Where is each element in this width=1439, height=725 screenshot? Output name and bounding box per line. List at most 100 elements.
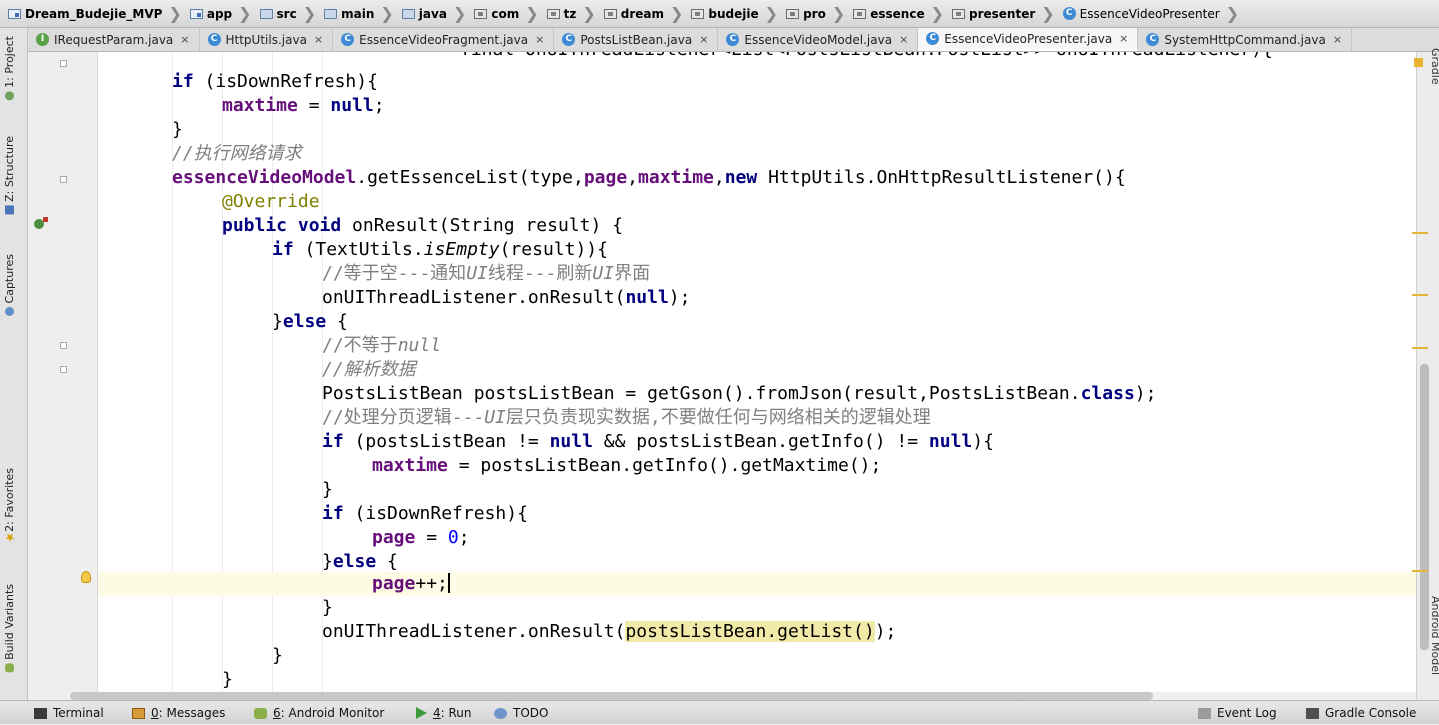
code-line: page = 0; xyxy=(372,527,470,548)
structure-tool-button[interactable]: Z: Structure xyxy=(3,136,16,218)
close-icon[interactable]: × xyxy=(1333,33,1342,46)
project-tool-button[interactable]: 1: Project xyxy=(3,36,16,104)
messages-tool-button[interactable]: 0: Messages xyxy=(132,701,225,725)
code-line: onUIThreadListener.onResult(postsListBea… xyxy=(322,621,897,642)
fold-marker-icon[interactable] xyxy=(60,366,67,373)
breadcrumb-app[interactable]: app ❯ xyxy=(189,0,260,27)
todo-tool-button[interactable]: TODO xyxy=(494,701,548,725)
close-icon[interactable]: × xyxy=(314,33,323,46)
code-line: maxtime = postsListBean.getInfo().getMax… xyxy=(372,455,882,476)
breadcrumb-pro[interactable]: pro ❯ xyxy=(786,0,853,27)
folder-icon xyxy=(401,8,415,19)
warning-status-icon[interactable] xyxy=(1414,58,1423,67)
breadcrumb-project[interactable]: Dream_Budejie_MVP ❯ xyxy=(8,0,190,27)
editor-gutter xyxy=(28,52,98,692)
error-stripe-mark[interactable] xyxy=(1412,347,1428,349)
breadcrumb-budejie[interactable]: budejie ❯ xyxy=(691,0,786,27)
code-line: //不等于null xyxy=(322,335,442,356)
package-icon xyxy=(546,8,560,19)
class-icon: C xyxy=(926,32,940,45)
error-stripe-mark[interactable] xyxy=(1412,232,1428,234)
bottom-tool-bar: Terminal 0: Messages 6: Android Monitor … xyxy=(0,700,1439,724)
code-line-current: page++; xyxy=(98,572,1416,596)
folder-icon xyxy=(324,8,338,19)
captures-tool-icon xyxy=(5,306,15,316)
close-icon[interactable]: × xyxy=(535,33,544,46)
code-line: //解析数据 xyxy=(322,359,416,380)
class-icon: C xyxy=(562,33,576,46)
tab-postslistbean[interactable]: C PostsListBean.java × xyxy=(554,28,719,51)
breadcrumb-essence-video-presenter[interactable]: C EssenceVideoPresenter ❯ xyxy=(1062,0,1247,27)
class-icon: C xyxy=(726,33,740,46)
breadcrumb-dream[interactable]: dream ❯ xyxy=(603,0,692,27)
tab-systemhttpcommand[interactable]: C SystemHttpCommand.java × xyxy=(1138,28,1353,51)
horizontal-scrollbar[interactable] xyxy=(70,692,1153,700)
android-icon xyxy=(5,663,15,673)
structure-tool-icon xyxy=(5,205,15,215)
project-folder-icon xyxy=(8,8,21,19)
code-line: } xyxy=(222,669,233,690)
breadcrumb-com[interactable]: com ❯ xyxy=(474,0,546,27)
breadcrumb-tz[interactable]: tz ❯ xyxy=(546,0,604,27)
code-line: } xyxy=(172,119,183,140)
fold-marker-icon[interactable] xyxy=(60,176,67,183)
android-model-tool-button[interactable]: Android Model xyxy=(1429,596,1439,675)
class-icon: C xyxy=(1062,7,1076,20)
module-folder-icon xyxy=(189,8,203,19)
fold-marker-icon[interactable] xyxy=(60,60,67,67)
chevron-right-icon: ❯ xyxy=(302,4,317,23)
breadcrumb-presenter[interactable]: presenter ❯ xyxy=(952,0,1063,27)
code-editor[interactable]: final OnUIThreadListener<List<PostsListB… xyxy=(98,52,1416,692)
android-monitor-tool-button[interactable]: 6: Android Monitor xyxy=(254,701,384,725)
package-icon xyxy=(691,8,705,19)
favorites-tool-button[interactable]: ★ 2: Favorites xyxy=(3,468,17,548)
code-line: final OnUIThreadListener<List<PostsListB… xyxy=(98,52,1416,62)
breadcrumb-src[interactable]: src ❯ xyxy=(259,0,325,27)
breadcrumb-java[interactable]: java ❯ xyxy=(401,0,475,27)
code-line: //处理分页逻辑---UI层只负责现实数据,不要做任何与网络相关的逻辑处理 xyxy=(322,407,931,428)
close-icon[interactable]: × xyxy=(1119,32,1128,45)
chevron-right-icon: ❯ xyxy=(168,4,182,23)
chevron-right-icon: ❯ xyxy=(238,4,252,23)
breadcrumb-main[interactable]: main ❯ xyxy=(324,0,402,27)
gradle-console-icon xyxy=(1306,707,1319,719)
android-icon xyxy=(254,707,267,719)
run-tool-button[interactable]: 4: Run xyxy=(416,701,472,725)
captures-tool-button[interactable]: Captures xyxy=(3,254,16,320)
tab-essencevideopresenter[interactable]: C EssenceVideoPresenter.java × xyxy=(918,28,1139,51)
chevron-right-icon: ❯ xyxy=(670,4,684,23)
terminal-tool-button[interactable]: Terminal xyxy=(34,701,104,725)
close-icon[interactable]: × xyxy=(699,33,708,46)
error-stripe-mark[interactable] xyxy=(1412,294,1428,296)
build-variants-tool-button[interactable]: Build Variants xyxy=(3,584,16,676)
chevron-right-icon: ❯ xyxy=(1225,4,1240,23)
tab-essencevideofragment[interactable]: C EssenceVideoFragment.java × xyxy=(333,28,555,51)
code-line: @Override xyxy=(222,191,320,212)
code-line: if (postsListBean != null && postsListBe… xyxy=(322,431,994,452)
tab-irequestparam[interactable]: I IRequestParam.java × xyxy=(28,28,200,51)
tab-essencevideomodel[interactable]: C EssenceVideoModel.java × xyxy=(718,28,919,51)
close-icon[interactable]: × xyxy=(899,33,908,46)
error-stripe-mark[interactable] xyxy=(1412,570,1428,572)
event-log-tool-button[interactable]: Event Log xyxy=(1198,701,1277,725)
fold-marker-icon[interactable] xyxy=(60,342,67,349)
lightbulb-icon[interactable] xyxy=(81,571,91,583)
gradle-tool-button[interactable]: Gradle xyxy=(1429,48,1439,85)
override-arrow-icon xyxy=(43,217,48,222)
code-line: public void onResult(String result) { xyxy=(222,215,623,236)
code-line: essenceVideoModel.getEssenceList(type,pa… xyxy=(172,167,1126,188)
breadcrumb-essence[interactable]: essence ❯ xyxy=(853,0,952,27)
close-icon[interactable]: × xyxy=(180,33,189,46)
package-icon xyxy=(952,8,965,19)
code-line: PostsListBean postsListBean = getGson().… xyxy=(322,383,1157,404)
tab-httputils[interactable]: C HttpUtils.java × xyxy=(200,28,334,51)
editor-tabs: I IRequestParam.java × C HttpUtils.java × CE… xyxy=(28,28,1439,52)
code-line: } xyxy=(272,645,283,666)
project-tool-icon xyxy=(5,91,15,101)
run-icon xyxy=(416,707,427,719)
chevron-right-icon: ❯ xyxy=(525,4,539,23)
gradle-console-tool-button[interactable]: Gradle Console xyxy=(1306,701,1416,725)
chevron-right-icon: ❯ xyxy=(764,4,779,23)
class-icon: C xyxy=(207,33,221,46)
vertical-scrollbar[interactable] xyxy=(1420,364,1429,650)
